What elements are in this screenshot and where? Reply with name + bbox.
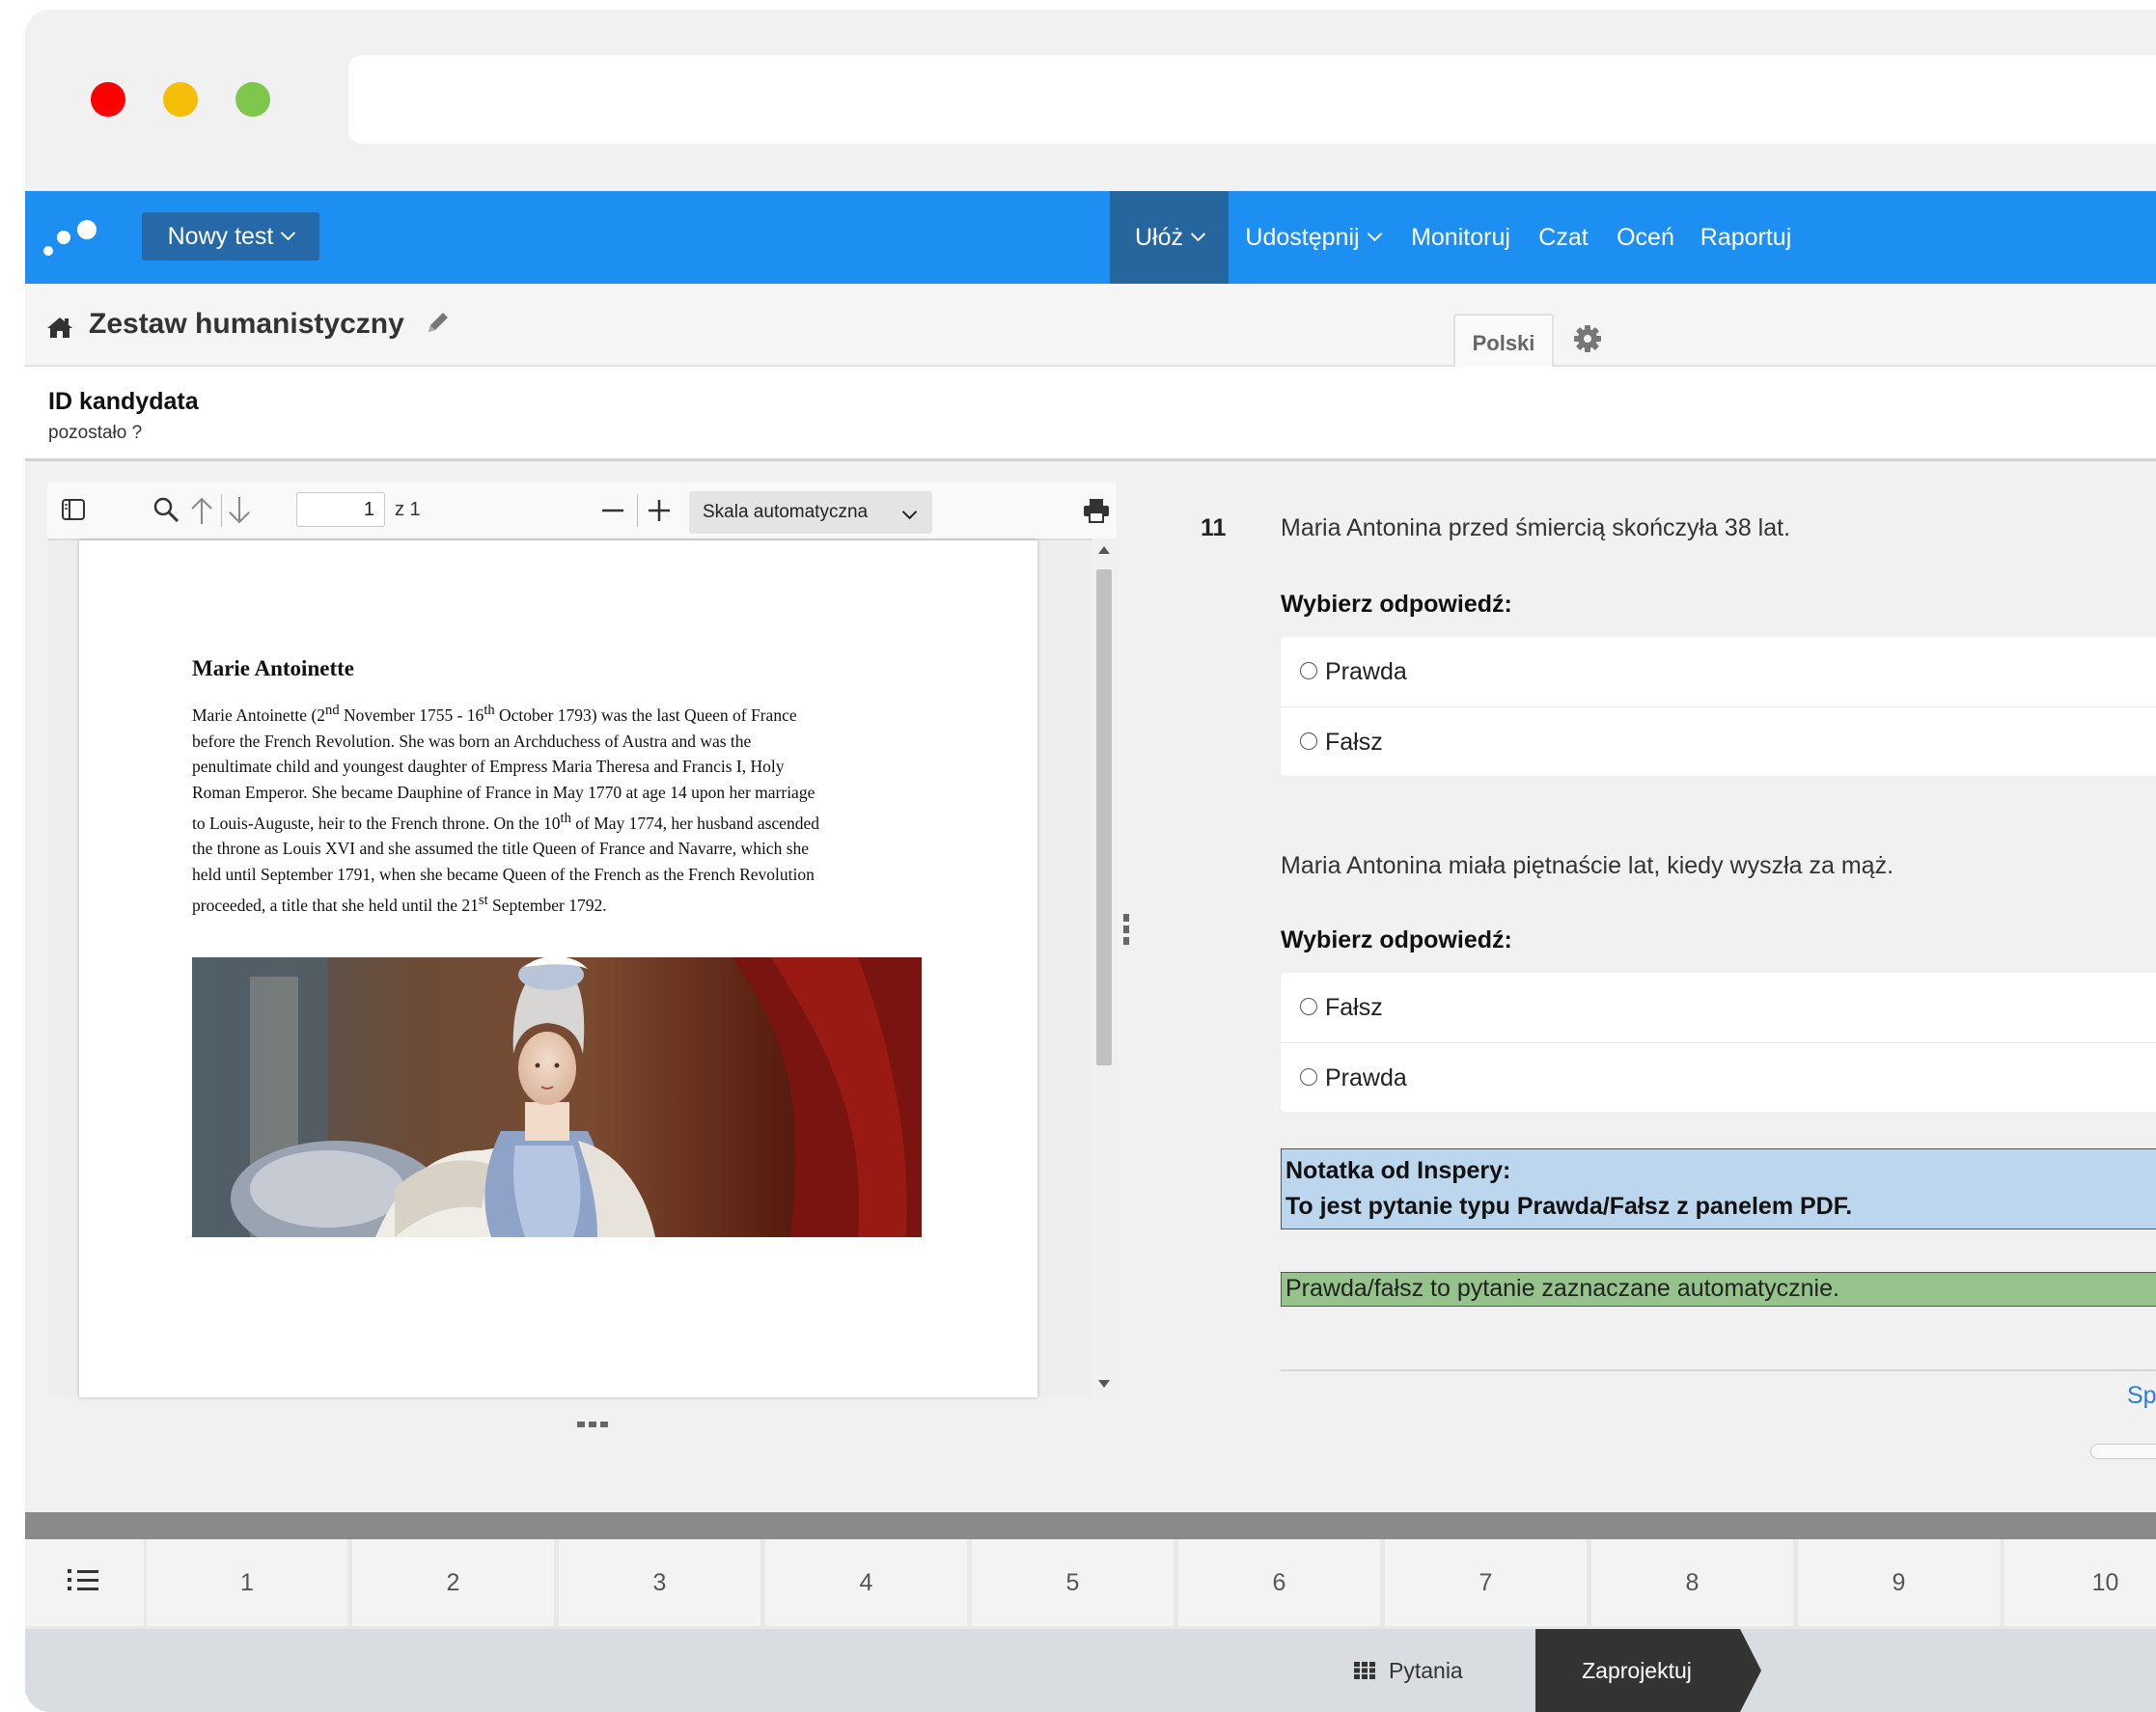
nav-grade[interactable]: Oceń	[1602, 191, 1689, 284]
close-window-button[interactable]	[91, 82, 125, 117]
new-test-button[interactable]: Nowy test	[142, 212, 319, 261]
toolbar-separator	[637, 494, 638, 527]
arrow-down-icon[interactable]	[227, 495, 252, 526]
radio-button[interactable]	[1300, 732, 1317, 751]
minimize-window-button[interactable]	[163, 82, 198, 117]
question-list-button[interactable]	[25, 1539, 144, 1626]
home-icon[interactable]	[46, 316, 73, 339]
question-nav-item[interactable]: 8	[1591, 1539, 1793, 1626]
arrow-up-icon[interactable]	[189, 495, 214, 526]
pdf-page: Marie Antoinette Marie Antoinette (2nd N…	[79, 540, 1037, 1397]
question-statement-2: Maria Antonina miała piętnaście lat, kie…	[1281, 852, 1894, 879]
candidate-bar: ID kandydata pozostało ?	[25, 367, 2156, 461]
footer-bar: Pytania Zaprojektuj	[25, 1629, 2156, 1712]
gear-icon[interactable]	[1573, 324, 1602, 353]
questions-tab[interactable]: Pytania	[1354, 1629, 1463, 1712]
numbered-list-icon	[68, 1569, 98, 1590]
answer-options-2: Fałsz Prawda	[1281, 973, 2156, 1112]
pdf-viewer: 1 z 1 Skala automatyczna Marie Antoinett…	[47, 483, 1117, 1397]
chevron-down-icon	[901, 504, 918, 520]
scroll-up-icon[interactable]	[1098, 546, 1110, 554]
design-tab[interactable]: Zaprojektuj	[1535, 1629, 1762, 1712]
question-nav-item[interactable]: 10	[2004, 1539, 2156, 1626]
zoom-scale-select[interactable]: Skala automatyczna	[689, 491, 932, 534]
nav-compose[interactable]: Ułóż	[1110, 191, 1229, 284]
question-nav-item[interactable]: 2	[352, 1539, 554, 1626]
time-remaining: pozostało ?	[48, 423, 143, 443]
horizontal-resize-handle-icon[interactable]	[575, 1419, 610, 1430]
document-body: Marie Antoinette (2nd November 1755 - 16…	[192, 703, 819, 915]
language-button[interactable]: Polski	[1453, 314, 1554, 373]
question-nav-item[interactable]: 6	[1178, 1539, 1380, 1626]
radio-button[interactable]	[1300, 1068, 1317, 1087]
vertical-resize-handle-icon[interactable]	[1120, 912, 1132, 947]
question-number: 11	[1201, 514, 1227, 541]
pencil-icon[interactable]	[425, 309, 452, 336]
sidebar-toggle-icon[interactable]	[61, 498, 86, 521]
maximize-window-button[interactable]	[235, 82, 270, 117]
question-nav-item[interactable]: 1	[147, 1539, 347, 1626]
question-statement-1: Maria Antonina przed śmiercią skończyła …	[1281, 514, 1791, 541]
next-link[interactable]: Sp	[2127, 1382, 2156, 1410]
option-true[interactable]: Prawda	[1281, 637, 2156, 706]
auto-marking-info: Prawda/fałsz to pytanie zaznaczane autom…	[1281, 1272, 2156, 1307]
question-nav-item[interactable]: 4	[765, 1539, 967, 1626]
author-note: Notatka od Inspery: To jest pytanie typu…	[1281, 1148, 2156, 1229]
pdf-toolbar: 1 z 1 Skala automatyczna	[47, 483, 1117, 540]
print-icon[interactable]	[1083, 498, 1110, 523]
candidate-id-label: ID kandydata	[48, 388, 199, 415]
divider	[1281, 1369, 2156, 1371]
nav-monitor[interactable]: Monitoruj	[1396, 191, 1525, 284]
document-title: Marie Antoinette	[192, 656, 354, 680]
test-title: Zestaw humanistyczny	[89, 308, 404, 340]
radio-button[interactable]	[1300, 662, 1317, 680]
chevron-down-icon	[1367, 226, 1382, 242]
nav-report[interactable]: Raportuj	[1689, 191, 1803, 284]
radio-button[interactable]	[1300, 998, 1317, 1016]
note-heading: Notatka od Inspery:	[1285, 1157, 1511, 1184]
answer-prompt: Wybierz odpowiedź:	[1281, 926, 1512, 953]
nav-share[interactable]: Udostępnij	[1229, 191, 1396, 284]
question-nav-item[interactable]: 9	[1798, 1539, 2000, 1626]
chevron-down-icon	[281, 225, 296, 241]
question-navigator: 1 2 3 4 5 6 7 8 9 10	[25, 1539, 2156, 1629]
toolbar-separator	[221, 494, 222, 527]
main-navbar: Nowy test Ułóż Udostępnij Monitoruj Czat…	[25, 191, 2156, 284]
scroll-down-icon[interactable]	[1098, 1380, 1110, 1388]
option-false[interactable]: Fałsz	[1281, 973, 2156, 1042]
page-number-input[interactable]: 1	[296, 492, 385, 527]
question-nav-item[interactable]: 7	[1385, 1539, 1587, 1626]
answer-prompt: Wybierz odpowiedź:	[1281, 591, 1512, 618]
search-icon[interactable]	[152, 495, 180, 524]
answer-options-1: Prawda Fałsz	[1281, 637, 2156, 776]
option-true[interactable]: Prawda	[1281, 1042, 2156, 1112]
design-tab-label: Zaprojektuj	[1582, 1658, 1692, 1683]
note-text: To jest pytanie typu Prawda/Fałsz z pane…	[1285, 1193, 1853, 1220]
inspera-logo[interactable]	[42, 216, 104, 259]
navigation-separator-bar	[25, 1512, 2156, 1539]
page-count: z 1	[395, 499, 421, 520]
option-false[interactable]: Fałsz	[1281, 706, 2156, 776]
browser-window: Nowy test Ułóż Udostępnij Monitoruj Czat…	[25, 10, 2156, 1712]
chevron-down-icon	[1190, 226, 1206, 242]
pdf-scroll-thumb[interactable]	[1096, 569, 1112, 1065]
zoom-in-icon[interactable]	[647, 496, 672, 525]
progress-indicator	[2090, 1444, 2156, 1459]
pdf-scrollbar[interactable]	[1092, 538, 1117, 1397]
grid-icon	[1354, 1661, 1375, 1679]
question-nav-item[interactable]: 3	[559, 1539, 760, 1626]
address-bar[interactable]	[348, 55, 2156, 144]
test-header: Zestaw humanistyczny Polski	[25, 284, 2156, 373]
nav-chat[interactable]: Czat	[1525, 191, 1602, 284]
question-nav-item[interactable]: 5	[972, 1539, 1174, 1626]
zoom-out-icon[interactable]	[600, 496, 625, 525]
marie-antoinette-portrait	[192, 957, 922, 1237]
browser-titlebar	[25, 10, 2156, 191]
